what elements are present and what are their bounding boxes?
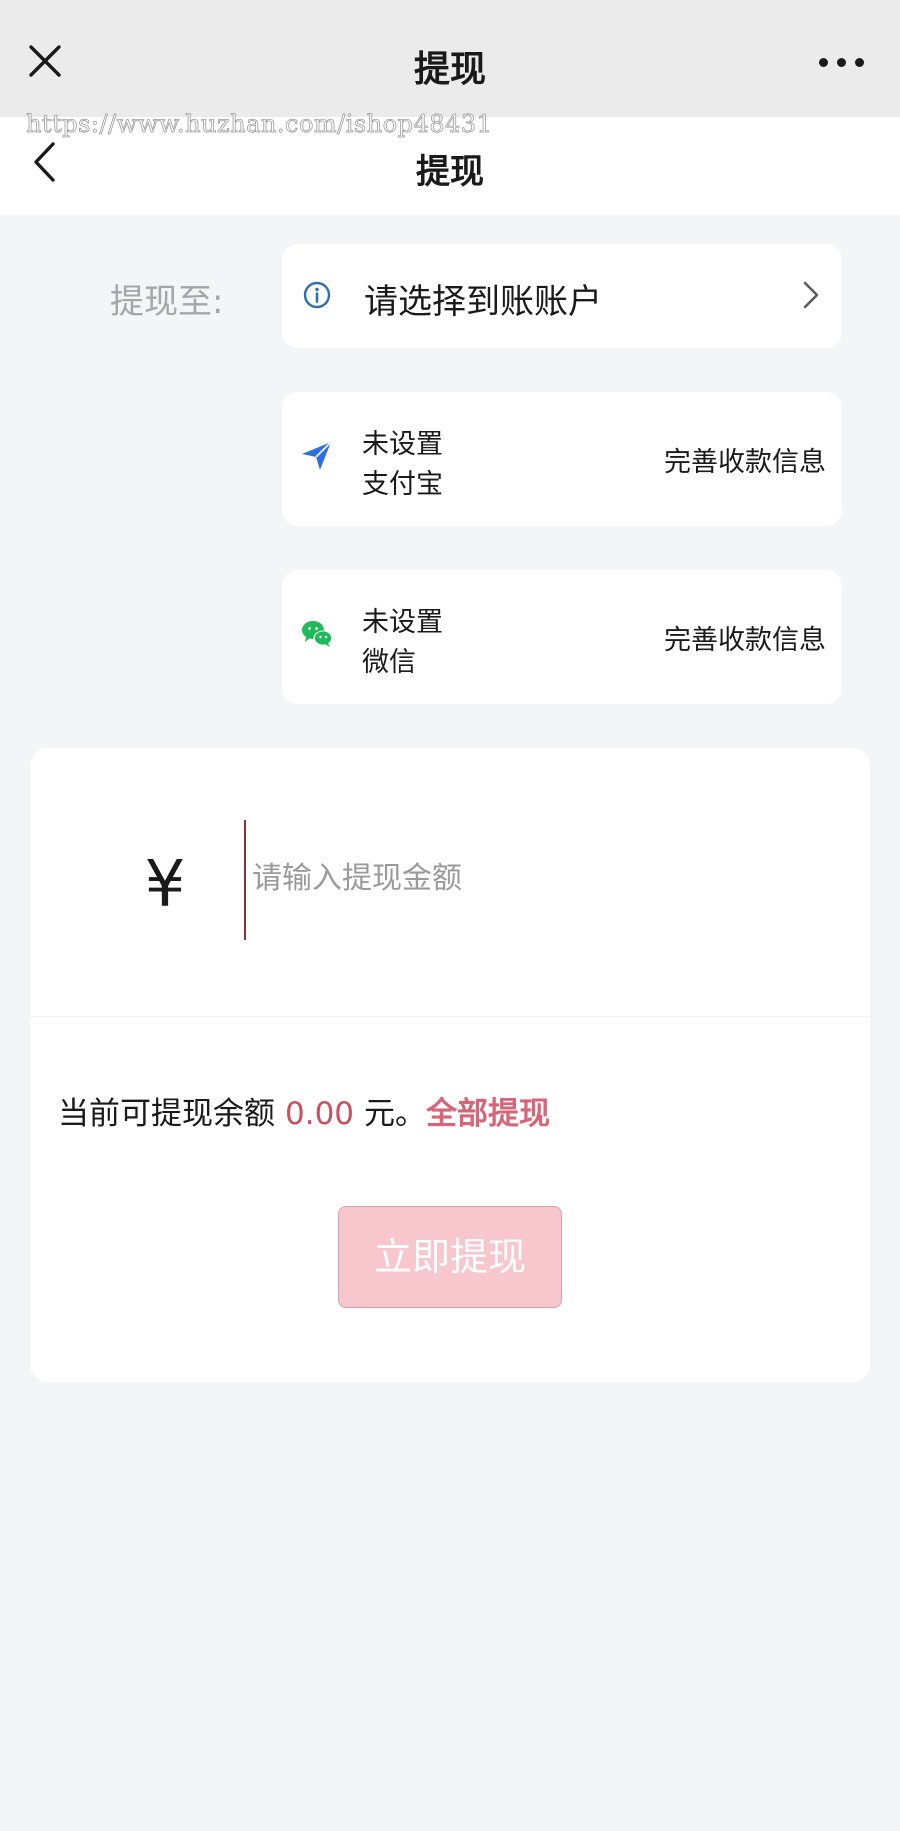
amount-input[interactable] xyxy=(248,852,812,904)
text-cursor xyxy=(244,820,246,940)
balance-amount: 0.00 xyxy=(285,1096,355,1132)
wechat-name: 微信 xyxy=(362,647,416,678)
wechat-option[interactable]: 未设置 微信 完善收款信息 xyxy=(282,570,842,704)
chevron-right-icon xyxy=(803,281,819,309)
alipay-status: 未设置 xyxy=(362,429,443,460)
balance-prefix: 当前可提现余额 xyxy=(58,1096,275,1132)
balance-line: 当前可提现余额 0.00 元。全部提现 xyxy=(58,1088,550,1133)
account-select[interactable]: 请选择到账账户 xyxy=(282,244,842,348)
browser-top-bar: 提现 xyxy=(0,0,900,117)
account-select-text: 请选择到账账户 xyxy=(364,282,602,322)
wechat-complete-info-link[interactable]: 完善收款信息 xyxy=(664,618,826,657)
amount-card: ¥ 当前可提现余额 0.00元。全部提现 立即提现 xyxy=(30,748,870,1382)
currency-symbol: ¥ xyxy=(144,848,186,922)
withdraw-now-button[interactable]: 立即提现 xyxy=(338,1206,562,1308)
more-dot-icon xyxy=(818,57,828,67)
alipay-plane-icon xyxy=(302,441,332,470)
alipay-name: 支付宝 xyxy=(362,469,443,500)
more-dot-icon xyxy=(836,57,846,67)
more-dot-icon xyxy=(854,57,864,67)
withdraw-all-link[interactable]: 全部提现 xyxy=(426,1096,550,1132)
withdraw-to-label: 提现至: xyxy=(110,282,224,322)
alipay-option[interactable]: 未设置 支付宝 完善收款信息 xyxy=(282,392,842,526)
page-title: 提现 xyxy=(416,152,484,192)
more-options-button[interactable] xyxy=(806,40,876,84)
info-icon xyxy=(303,281,331,309)
wechat-status: 未设置 xyxy=(362,607,443,638)
wechat-icon xyxy=(302,621,333,647)
alipay-complete-info-link[interactable]: 完善收款信息 xyxy=(664,440,826,479)
browser-title: 提现 xyxy=(413,49,486,90)
divider xyxy=(30,1016,870,1017)
watermark-url: https://www.huzhan.com/ishop48431 xyxy=(26,110,493,139)
balance-suffix: 元。 xyxy=(364,1096,427,1132)
